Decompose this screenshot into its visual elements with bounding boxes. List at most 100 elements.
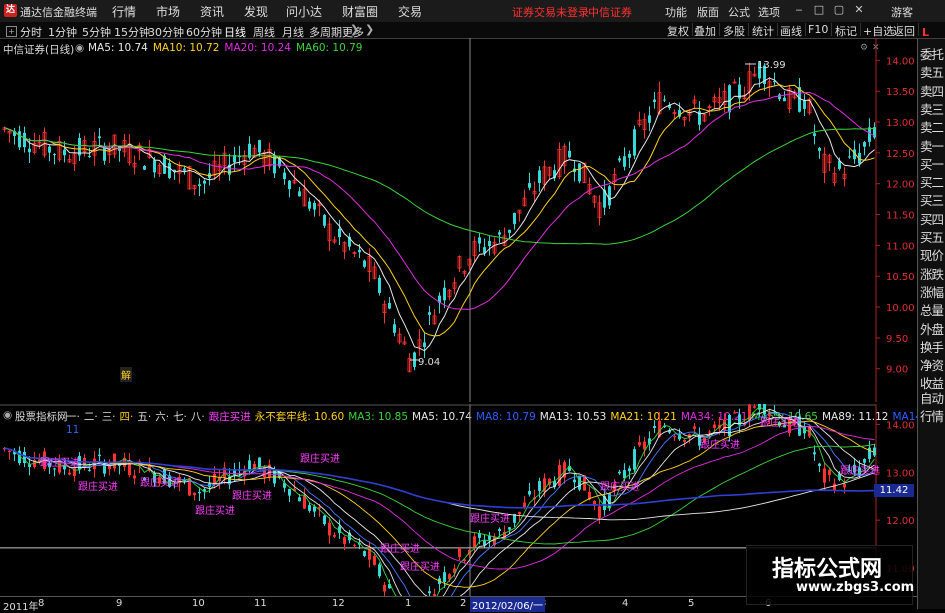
sidebar-item-9[interactable]: 买四 [918, 209, 945, 228]
candle-body [443, 287, 446, 301]
candle-body [143, 166, 146, 170]
buy-signal-label: 跟庄买进 [140, 476, 180, 489]
menu-formula[interactable]: 公式 [728, 4, 750, 20]
sidebar-item-11[interactable]: 现价 [918, 245, 945, 264]
menu-function[interactable]: 功能 [665, 4, 687, 20]
price-chart[interactable]: 14.00 13.50 13.00 12.50 12.00 11.50 11.00 10.50… [0, 38, 917, 402]
sidebar-item-7[interactable]: 买二 [918, 172, 945, 191]
candle-body [353, 544, 356, 546]
guest-user[interactable]: 游客 [891, 4, 913, 20]
buy-signal-label: 跟庄买进 [700, 438, 740, 451]
buy-signal-label: 跟庄买进 [470, 512, 510, 525]
candle-body [753, 406, 756, 408]
candle-body [383, 585, 386, 592]
broker-name[interactable]: 中信证券 [588, 4, 632, 20]
sidebar-item-0[interactable]: 委托 [918, 44, 945, 63]
candle-body [343, 537, 346, 544]
candle-body [363, 260, 366, 267]
candle-body [633, 449, 636, 470]
sidebar-item-17[interactable]: 净资 [918, 355, 945, 374]
date-label-2: 9 [116, 598, 123, 609]
menu-ask[interactable]: 问小达 [286, 3, 322, 20]
candle-body [363, 551, 366, 556]
collapse-icon[interactable]: + [6, 26, 17, 37]
candle-body [168, 162, 171, 178]
candle-body [258, 140, 261, 153]
login-warning[interactable]: 证券交易未登录 [512, 4, 589, 20]
minimize-icon[interactable]: ‒ [792, 3, 806, 17]
toolbar-arrow-icon[interactable]: ❯ [365, 23, 374, 36]
date-label-4: 11 [254, 598, 267, 609]
candle-body [623, 470, 626, 479]
sidebar-item-14[interactable]: 总量 [918, 300, 945, 319]
y-tick-label: 9.00 [886, 365, 908, 376]
menu-wealth-circle[interactable]: 财富圈 [342, 3, 378, 20]
toolbar-button-8[interactable]: 返回 [890, 23, 919, 38]
sidebar-item-4[interactable]: 卖二 [918, 117, 945, 136]
candle-body [618, 471, 621, 474]
candle-body [643, 441, 646, 450]
price-grid [469, 38, 877, 402]
y-tick-label: 13.00 [886, 468, 915, 479]
app-name: 通达信金融终端 [20, 6, 97, 19]
candle-body [823, 468, 826, 483]
candle-body [308, 201, 311, 209]
y-tick-label: 14.00 [886, 420, 915, 431]
sidebar-bottom-0[interactable]: 自动 [918, 388, 945, 407]
ma-line-60 [4, 127, 875, 245]
candle-body [323, 214, 326, 226]
candle-body [848, 156, 851, 158]
candle-body [98, 454, 101, 457]
candle-body [388, 302, 391, 309]
candle-body [568, 150, 571, 158]
sidebar-item-8[interactable]: 买三 [918, 190, 945, 209]
candle-body [693, 426, 696, 429]
restore-icon[interactable]: □ [812, 3, 826, 17]
sidebar-item-15[interactable]: 外盘 [918, 319, 945, 338]
candle-body [428, 591, 431, 594]
close-icon[interactable]: ✕ [852, 3, 866, 17]
toolbar-button-0[interactable]: 复权 [664, 23, 693, 38]
sidebar-item-13[interactable]: 涨幅 [918, 282, 945, 301]
y-tick-label: 14.00 [886, 56, 915, 67]
menu-trade[interactable]: 交易 [398, 3, 422, 20]
maximize-icon[interactable]: ▢ [832, 3, 846, 17]
sidebar-item-10[interactable]: 买五 [918, 227, 945, 246]
toolbar-button-2[interactable]: 多股 [720, 23, 749, 38]
candle-body [18, 131, 21, 148]
menu-market[interactable]: 市场 [156, 3, 180, 20]
candle-body [508, 527, 511, 530]
toolbar-button-3[interactable]: 统计 [749, 23, 778, 38]
candle-body [828, 469, 831, 476]
sidebar-item-3[interactable]: 卖三 [918, 99, 945, 118]
price-ma-lines [4, 63, 875, 361]
y-tick-label: 13.50 [886, 87, 915, 98]
sidebar-bottom-1[interactable]: 行情 [918, 406, 945, 425]
sidebar-item-2[interactable]: 卖四 [918, 81, 945, 100]
sidebar-item-16[interactable]: 换手 [918, 337, 945, 356]
more-chevron-icon[interactable]: ❯ [350, 23, 359, 36]
toolbar-button-6[interactable]: 标记 [832, 23, 861, 38]
menu-quotes[interactable]: 行情 [112, 3, 136, 20]
candle-body [578, 163, 581, 182]
menu-layout[interactable]: 版面 [697, 4, 719, 20]
app-logo-icon: 达 [4, 4, 17, 17]
sidebar-item-5[interactable]: 卖一 [918, 136, 945, 155]
toolbar-button-4[interactable]: 画线 [777, 23, 806, 38]
sidebar-item-12[interactable]: 涨跌 [918, 264, 945, 283]
menu-news[interactable]: 资讯 [200, 3, 224, 20]
candle-body [458, 547, 461, 557]
candle-body [373, 556, 376, 565]
y-tick-label: 12.50 [886, 149, 915, 160]
sidebar-item-6[interactable]: 买一 [918, 154, 945, 173]
sidebar-item-1[interactable]: 卖五 [918, 62, 945, 81]
date-label-10: 5 [688, 598, 695, 609]
candle-body [378, 277, 381, 293]
candle-body [863, 459, 866, 463]
menu-discover[interactable]: 发现 [244, 3, 268, 20]
candle-body [358, 249, 361, 253]
candle-body [843, 484, 846, 488]
toolbar-button-1[interactable]: 叠加 [691, 23, 720, 38]
menu-options[interactable]: 选项 [758, 4, 780, 20]
toolbar-button-5[interactable]: F10 [805, 23, 833, 36]
